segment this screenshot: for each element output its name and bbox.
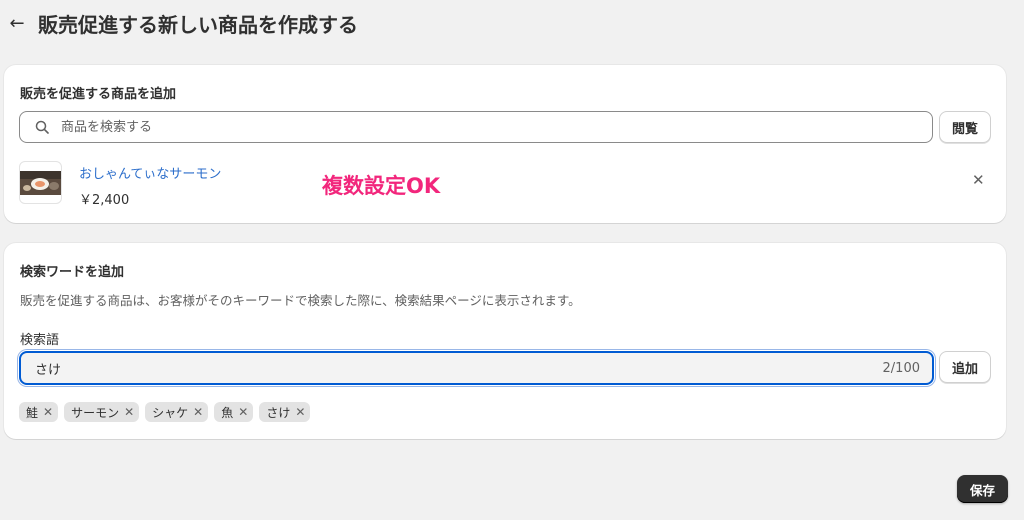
search-term-input[interactable] (33, 359, 883, 377)
product-search-box[interactable] (19, 111, 933, 143)
browse-button[interactable]: 閲覧 (939, 111, 991, 143)
char-count: 2/100 (882, 360, 920, 376)
search-term-field[interactable]: 2/100 (19, 351, 934, 385)
remove-tag-icon[interactable]: ✕ (295, 405, 305, 419)
tag-label: さけ (266, 405, 291, 420)
save-button[interactable]: 保存 (957, 475, 1008, 503)
add-keyword-button[interactable]: 追加 (939, 351, 991, 383)
tag-label: 魚 (221, 405, 234, 420)
page-header: ← 販売促進する新しい商品を作成する (8, 8, 358, 38)
product-search-input[interactable] (59, 118, 932, 136)
tag-label: サーモン (71, 405, 120, 420)
remove-tag-icon[interactable]: ✕ (238, 405, 248, 419)
close-icon[interactable]: ✕ (972, 171, 985, 189)
tag-label: シャケ (152, 405, 189, 420)
keyword-tag: シャケ ✕ (145, 402, 209, 422)
search-term-label: 検索語 (20, 333, 60, 348)
product-thumbnail (19, 161, 62, 204)
keyword-card: 検索ワードを追加 販売を促進する商品は、お客様がそのキーワードで検索した際に、検… (4, 243, 1006, 439)
product-price: ￥2,400 (79, 193, 130, 208)
product-card-heading: 販売を促進する商品を追加 (20, 87, 177, 102)
keyword-tag: サーモン ✕ (64, 402, 140, 422)
remove-tag-icon[interactable]: ✕ (193, 405, 203, 419)
remove-tag-icon[interactable]: ✕ (43, 405, 53, 419)
annotation-text: 複数設定OK (322, 174, 441, 198)
keyword-card-heading: 検索ワードを追加 (20, 265, 125, 280)
keyword-tags: 鮭 ✕ サーモン ✕ シャケ ✕ 魚 ✕ さけ ✕ (19, 402, 311, 422)
tag-label: 鮭 (26, 405, 39, 420)
search-icon (35, 120, 49, 134)
keyword-tag: さけ ✕ (259, 402, 311, 422)
page-title: 販売促進する新しい商品を作成する (38, 12, 358, 37)
keyword-help-text: 販売を促進する商品は、お客様がそのキーワードで検索した際に、検索結果ページに表示… (20, 293, 581, 308)
remove-tag-icon[interactable]: ✕ (124, 405, 134, 419)
keyword-tag: 鮭 ✕ (19, 402, 59, 422)
arrow-left-icon[interactable]: ← (8, 13, 26, 34)
keyword-tag: 魚 ✕ (214, 402, 254, 422)
product-card: 販売を促進する商品を追加 閲覧 おしゃんてぃなサーモン ￥2,400 複数設定O… (4, 65, 1006, 223)
product-name-link[interactable]: おしゃんてぃなサーモン (79, 163, 221, 182)
